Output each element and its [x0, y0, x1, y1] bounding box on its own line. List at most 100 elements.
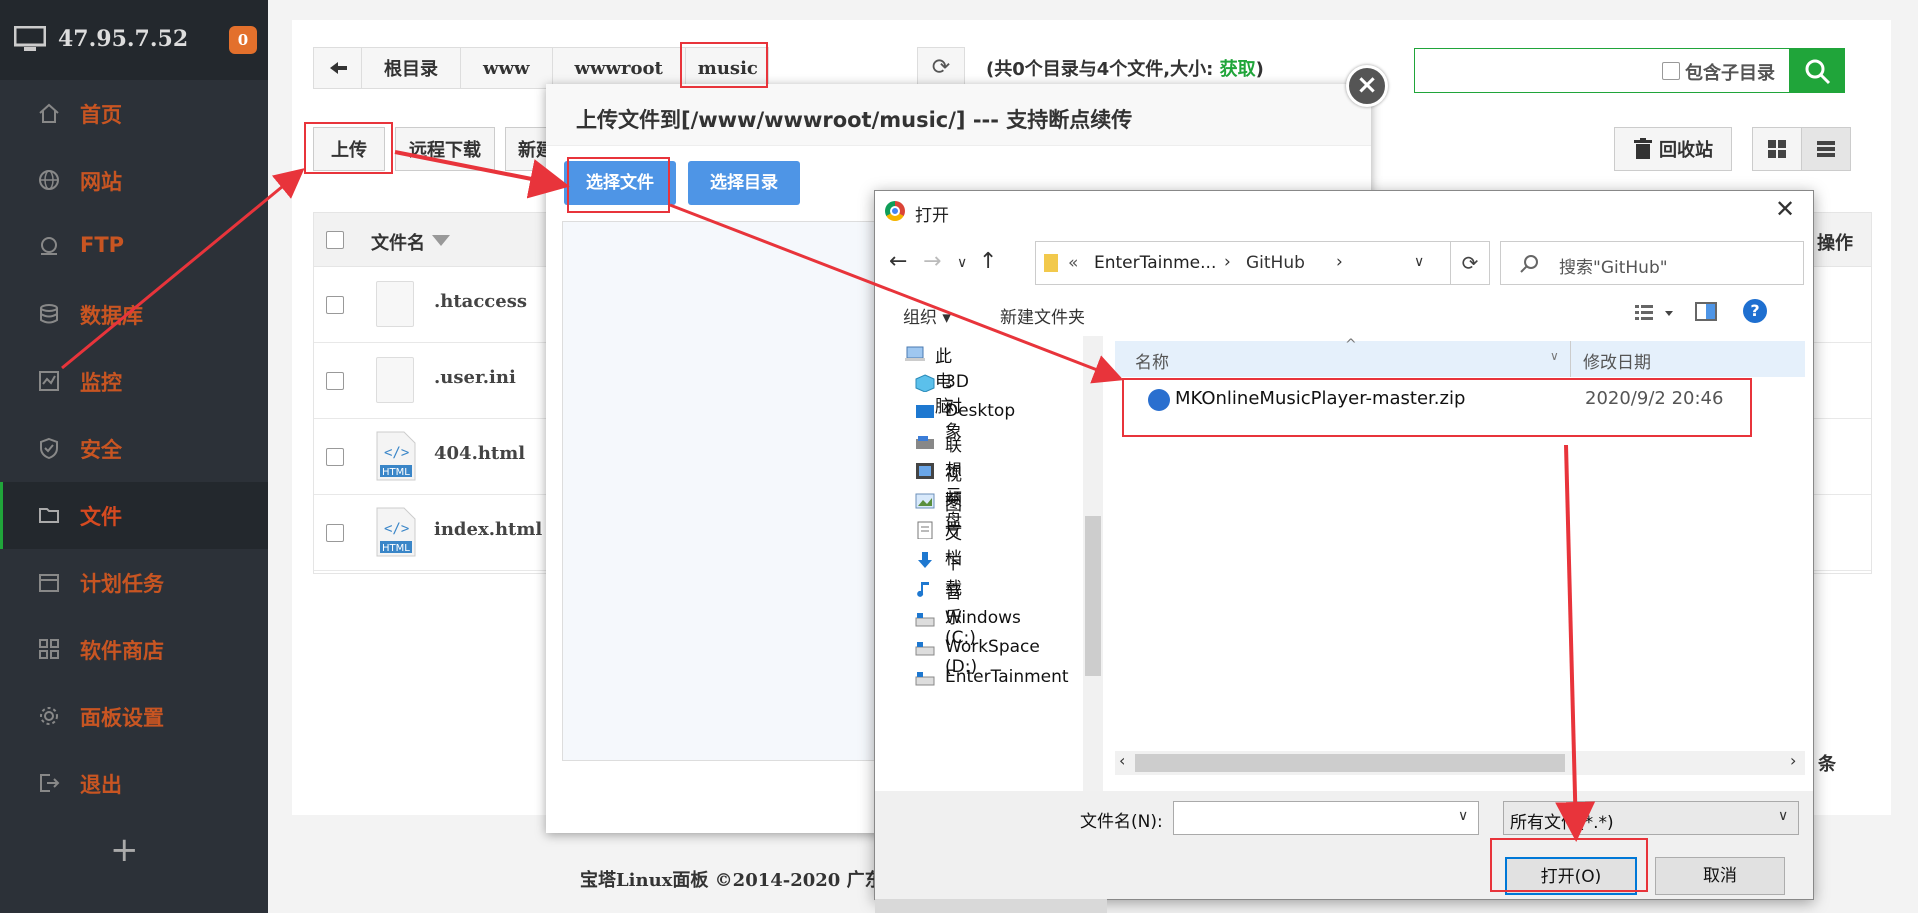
file-list-scrollbar[interactable]: ‹ ›: [1115, 751, 1805, 775]
up-arrow-icon[interactable]: ↑: [979, 249, 997, 274]
column-modified[interactable]: 修改日期: [1583, 348, 1651, 373]
help-icon[interactable]: ?: [1743, 299, 1767, 323]
cloud-drive-icon: [916, 435, 934, 449]
sidebar-item[interactable]: 文件: [0, 482, 268, 549]
grid-view-icon[interactable]: [1752, 127, 1802, 171]
breadcrumb-item[interactable]: 根目录: [362, 48, 461, 88]
back-arrow-icon[interactable]: ←: [889, 249, 907, 274]
folder-search-input[interactable]: 搜索"GitHub": [1500, 241, 1804, 285]
row-checkbox[interactable]: [326, 296, 344, 314]
column-filename[interactable]: 文件名: [371, 229, 425, 255]
home-icon: [39, 103, 59, 123]
list-view-icon[interactable]: [1801, 127, 1851, 171]
search-icon: [1520, 255, 1538, 273]
sidebar-item[interactable]: 退出: [0, 750, 268, 817]
path-overflow[interactable]: «: [1068, 253, 1078, 273]
sidebar-item[interactable]: 计划任务: [0, 549, 268, 616]
path-segment[interactable]: EnterTainme...: [1094, 253, 1216, 273]
preview-pane-icon[interactable]: [1695, 301, 1717, 323]
remote-download-button[interactable]: 远程下载: [395, 127, 495, 171]
directory-summary: (共0个目录与4个文件,大小: 获取): [986, 55, 1264, 81]
select-file-button[interactable]: 选择文件: [564, 161, 676, 205]
drive-icon: [915, 671, 935, 685]
column-separator[interactable]: [1570, 341, 1571, 377]
dialog-footer: 文件名(N): ∨ 所有文件(*.*) ∨ 打开(O) 取消: [875, 791, 1813, 899]
tree-scrollbar-thumb[interactable]: [1085, 516, 1101, 676]
sidebar-item[interactable]: 网站: [0, 147, 268, 214]
sidebar-item[interactable]: 首页: [0, 80, 268, 147]
file-list-scrollbar-thumb[interactable]: [1135, 754, 1565, 772]
include-subdir-checkbox[interactable]: [1662, 62, 1680, 80]
upload-button[interactable]: 上传: [313, 127, 385, 171]
column-name[interactable]: 名称: [1135, 348, 1169, 373]
summary-close: ): [1255, 59, 1264, 80]
scroll-right-icon[interactable]: ›: [1790, 751, 1796, 770]
trash-icon: [1634, 138, 1652, 159]
upload-drop-area[interactable]: [562, 221, 886, 761]
sidebar-item[interactable]: 软件商店: [0, 616, 268, 683]
cancel-button[interactable]: 取消: [1655, 857, 1785, 895]
file-name[interactable]: .htaccess: [434, 291, 527, 312]
dialog-close-icon[interactable]: ✕: [1775, 195, 1795, 223]
select-all-checkbox[interactable]: [326, 231, 344, 249]
open-button[interactable]: 打开(O): [1505, 857, 1637, 895]
file-name[interactable]: index.html: [434, 519, 542, 540]
sidebar-item-label: 文件: [80, 505, 122, 529]
get-size-link[interactable]: 获取: [1220, 59, 1256, 80]
breadcrumb-item[interactable]: music: [686, 48, 768, 88]
sidebar-item[interactable]: 安全: [0, 415, 268, 482]
svg-text:</>: </>: [384, 445, 409, 461]
refresh-icon[interactable]: ⟳: [1450, 241, 1490, 285]
file-name[interactable]: .user.ini: [434, 367, 516, 388]
organize-menu[interactable]: 组织 ▾: [903, 303, 951, 328]
select-directory-button[interactable]: 选择目录: [688, 161, 800, 205]
chevron-right-icon: ›: [1224, 252, 1231, 272]
video-icon: [916, 463, 934, 479]
filename-input[interactable]: ∨: [1173, 801, 1479, 835]
close-icon[interactable]: ×: [1346, 65, 1388, 107]
new-folder-button[interactable]: 新建文件夹: [1000, 303, 1085, 328]
breadcrumb-item[interactable]: www: [461, 48, 553, 88]
forward-arrow-icon[interactable]: →: [923, 249, 941, 274]
tree-scrollbar[interactable]: [1083, 336, 1103, 791]
add-icon[interactable]: +: [110, 830, 139, 870]
search-button[interactable]: [1789, 48, 1845, 93]
notification-badge[interactable]: 0: [229, 26, 257, 54]
row-checkbox[interactable]: [326, 372, 344, 390]
recent-dropdown-icon[interactable]: ∨: [957, 255, 967, 271]
navigation-tree: 此电脑 3D 对象 Desktop 联想云盘 视频 图片 文档 下载 音乐 Windows (C:…: [875, 336, 1107, 913]
column-dropdown-icon[interactable]: ∨: [1550, 349, 1559, 363]
path-segment[interactable]: GitHub: [1246, 253, 1305, 273]
scroll-left-icon[interactable]: ‹: [1119, 751, 1125, 770]
refresh-icon[interactable]: ⟳: [917, 47, 965, 89]
row-checkbox[interactable]: [326, 524, 344, 542]
file-name: MKOnlineMusicPlayer-master.zip: [1175, 388, 1466, 409]
file-modified: 2020/9/2 20:46: [1585, 388, 1724, 409]
pager-unit: 条: [1818, 754, 1836, 775]
address-bar[interactable]: « EnterTainme... › GitHub › ∨: [1035, 241, 1490, 285]
html-tag: HTML: [382, 467, 410, 478]
file-list-item[interactable]: MKOnlineMusicPlayer-master.zip 2020/9/2 …: [1130, 381, 1770, 421]
sidebar-item[interactable]: FTP: [0, 214, 268, 281]
file-search-input[interactable]: 包含子目录: [1414, 48, 1792, 93]
back-button[interactable]: [314, 48, 362, 88]
arrow-left-icon: [329, 62, 347, 74]
sidebar-item-label: 网站: [80, 170, 122, 194]
server-icon: [14, 26, 46, 51]
file-icon: [376, 357, 414, 403]
filename-label: 文件名(N):: [1080, 812, 1163, 832]
view-options-icon[interactable]: [1635, 303, 1675, 323]
filetype-select[interactable]: 所有文件(*.*) ∨: [1503, 801, 1799, 835]
cube-icon: [915, 373, 935, 392]
recycle-bin-button[interactable]: 回收站: [1614, 127, 1732, 171]
sidebar-item[interactable]: 面板设置: [0, 683, 268, 750]
sort-down-icon[interactable]: [432, 235, 450, 247]
sidebar-item[interactable]: 数据库: [0, 281, 268, 348]
chevron-down-icon[interactable]: ∨: [1414, 254, 1424, 270]
drive-icon: [915, 642, 935, 656]
file-name[interactable]: 404.html: [434, 443, 525, 464]
breadcrumb-item[interactable]: wwwroot: [553, 48, 686, 88]
chevron-down-icon[interactable]: ∨: [1458, 808, 1468, 824]
row-checkbox[interactable]: [326, 448, 344, 466]
sidebar-item[interactable]: 监控: [0, 348, 268, 415]
